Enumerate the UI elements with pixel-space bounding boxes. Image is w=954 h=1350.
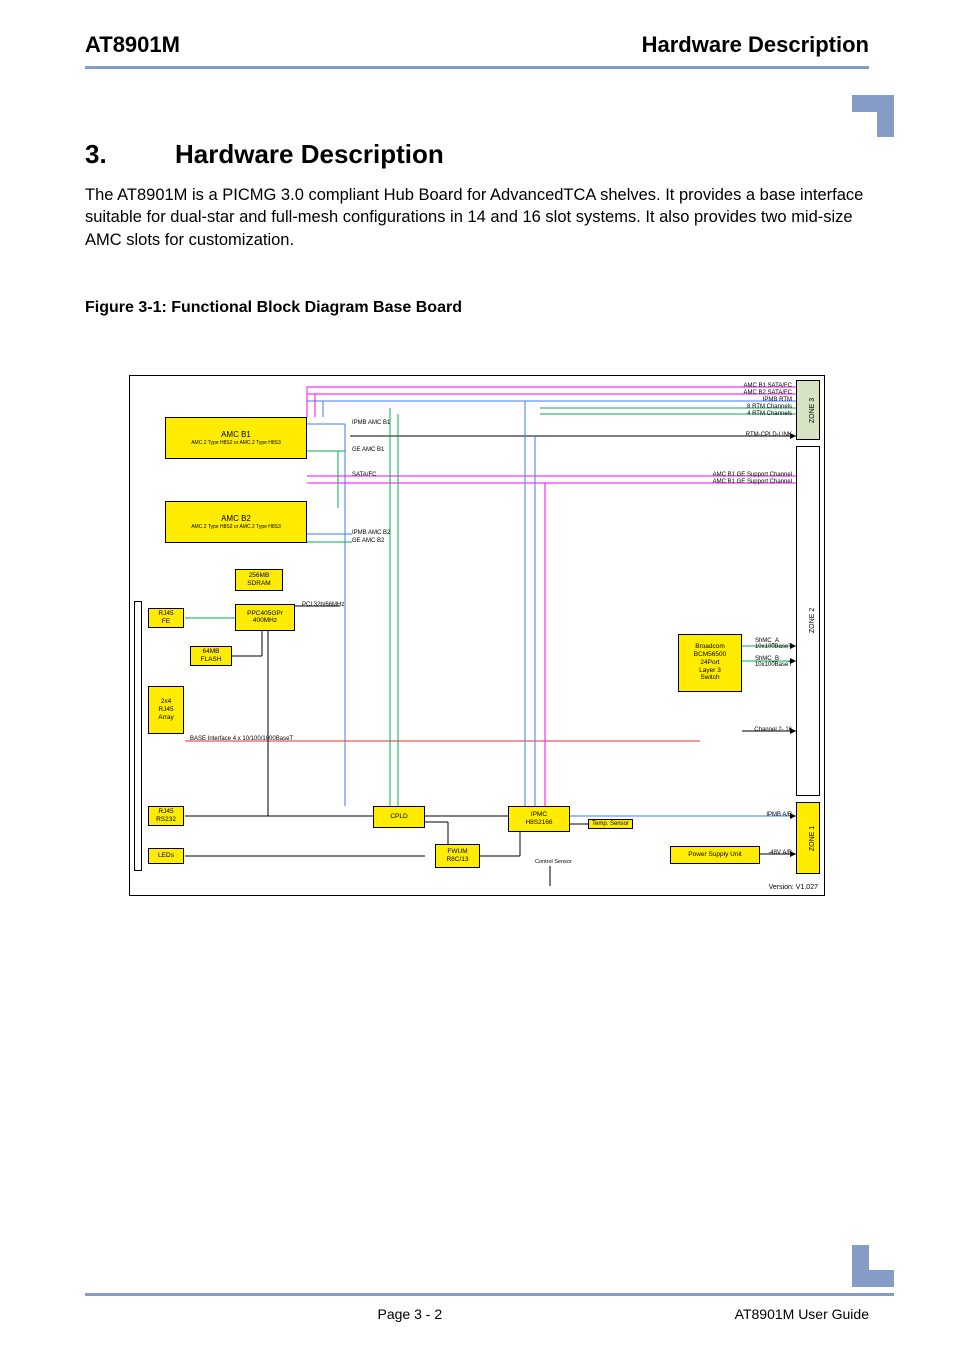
header-left: AT8901M	[85, 32, 180, 58]
block-ppc: PPC405GPr400MHz	[235, 604, 295, 631]
lbl-ipmb-ab: IPMB A/B	[766, 812, 792, 818]
zone-1: ZONE 1	[796, 802, 820, 874]
lbl-rtm-8: 8 RTM Channels	[747, 404, 792, 410]
corner-decoration	[852, 95, 894, 137]
chapter-title: Hardware Description	[175, 139, 444, 170]
lbl-ge-amc-b2: GE AMC B2	[352, 538, 384, 544]
lbl-ipmb-amc-b2: IPMB AMC B2	[352, 530, 390, 536]
block-cpld: CPLD	[373, 806, 425, 828]
block-fwum: FWUMR8C/13	[435, 844, 480, 868]
block-amc-b1: AMC B1 AMC.2 Type H8S2 or AMC.2 Type H8S…	[165, 417, 307, 459]
block-ipmc: IPMCH8S2166	[508, 806, 570, 832]
lbl-ge-amc-b1: GE AMC B1	[352, 447, 384, 453]
lbl-rtm-4: 4 RTM Channels	[747, 411, 792, 417]
zone-2: ZONE 2	[796, 446, 820, 796]
lbl-amc-b2-ge: AMC B1 GE Support Channel	[713, 479, 792, 485]
lbl-ch2-16: Channel 2- 16	[754, 727, 792, 733]
body-paragraph: The AT8901M is a PICMG 3.0 compliant Hub…	[85, 184, 869, 251]
block-flash: 64MBFLASH	[190, 646, 232, 666]
footer-corner-decoration	[852, 1245, 894, 1292]
header-right: Hardware Description	[642, 32, 869, 58]
zone-3: ZONE 3	[796, 380, 820, 440]
lbl-48v: -48V A/B	[768, 850, 792, 856]
block-rj45-rs232: RJ45RS232	[148, 806, 184, 826]
lbl-ipmb-amc-b1: IPMB AMC B1	[352, 420, 390, 426]
lbl-shmc-b: ShMC_B 10x100BaseT	[755, 656, 792, 668]
front-panel-bar	[134, 601, 142, 871]
block-leds: LEDs	[148, 848, 184, 864]
lbl-ipmb-rtm: IPMB RTM	[763, 397, 792, 403]
figure-caption: Figure 3-1: Functional Block Diagram Bas…	[85, 299, 869, 317]
lbl-amc-b2-sata: AMC B2 SATA/FC	[744, 390, 792, 396]
block-rj45-array: 2x4RJ45Array	[148, 686, 184, 734]
footer-page: Page 3 - 2	[378, 1306, 443, 1322]
control-sensor-label: Control Sensor	[535, 859, 572, 865]
block-amc-b2: AMC B2 AMC.2 Type H8S2 or AMC.2 Type H8S…	[165, 501, 307, 543]
block-sdram: 256MBSDRAM	[235, 569, 283, 591]
block-broadcom-switch: Broadcom BCM56500 24Port Layer 3 Switch	[678, 634, 742, 692]
diagram-version: Version: V1.027	[769, 884, 818, 891]
lbl-base-if: BASE Interface 4 x 10/100/1000BaseT	[190, 736, 293, 742]
lbl-amc-b1-ge: AMC B1 GE Support Channel	[713, 472, 792, 478]
block-psu: Power Supply Unit	[670, 846, 760, 864]
chapter-number: 3.	[85, 139, 175, 170]
lbl-pci: PCI 32b/66MHz	[302, 602, 344, 608]
temp-sensor: Temp. Sensor	[588, 819, 633, 829]
footer-guide: AT8901M User Guide	[735, 1306, 869, 1322]
block-rj45-fe: RJ45FE	[148, 608, 184, 628]
lbl-shmc-a: ShMC_A 10x100BaseT	[755, 638, 792, 650]
lbl-amc-b1-sata: AMC B1 SATA/FC	[744, 383, 792, 389]
lbl-sata-fc: SATA/FC	[352, 472, 376, 478]
block-diagram: ZONE 3 ZONE 2 ZONE 1 AMC B1 AMC.2 Type H…	[129, 375, 825, 896]
lbl-rtm-cpld: RTM-CPLD-LINK	[746, 432, 792, 438]
